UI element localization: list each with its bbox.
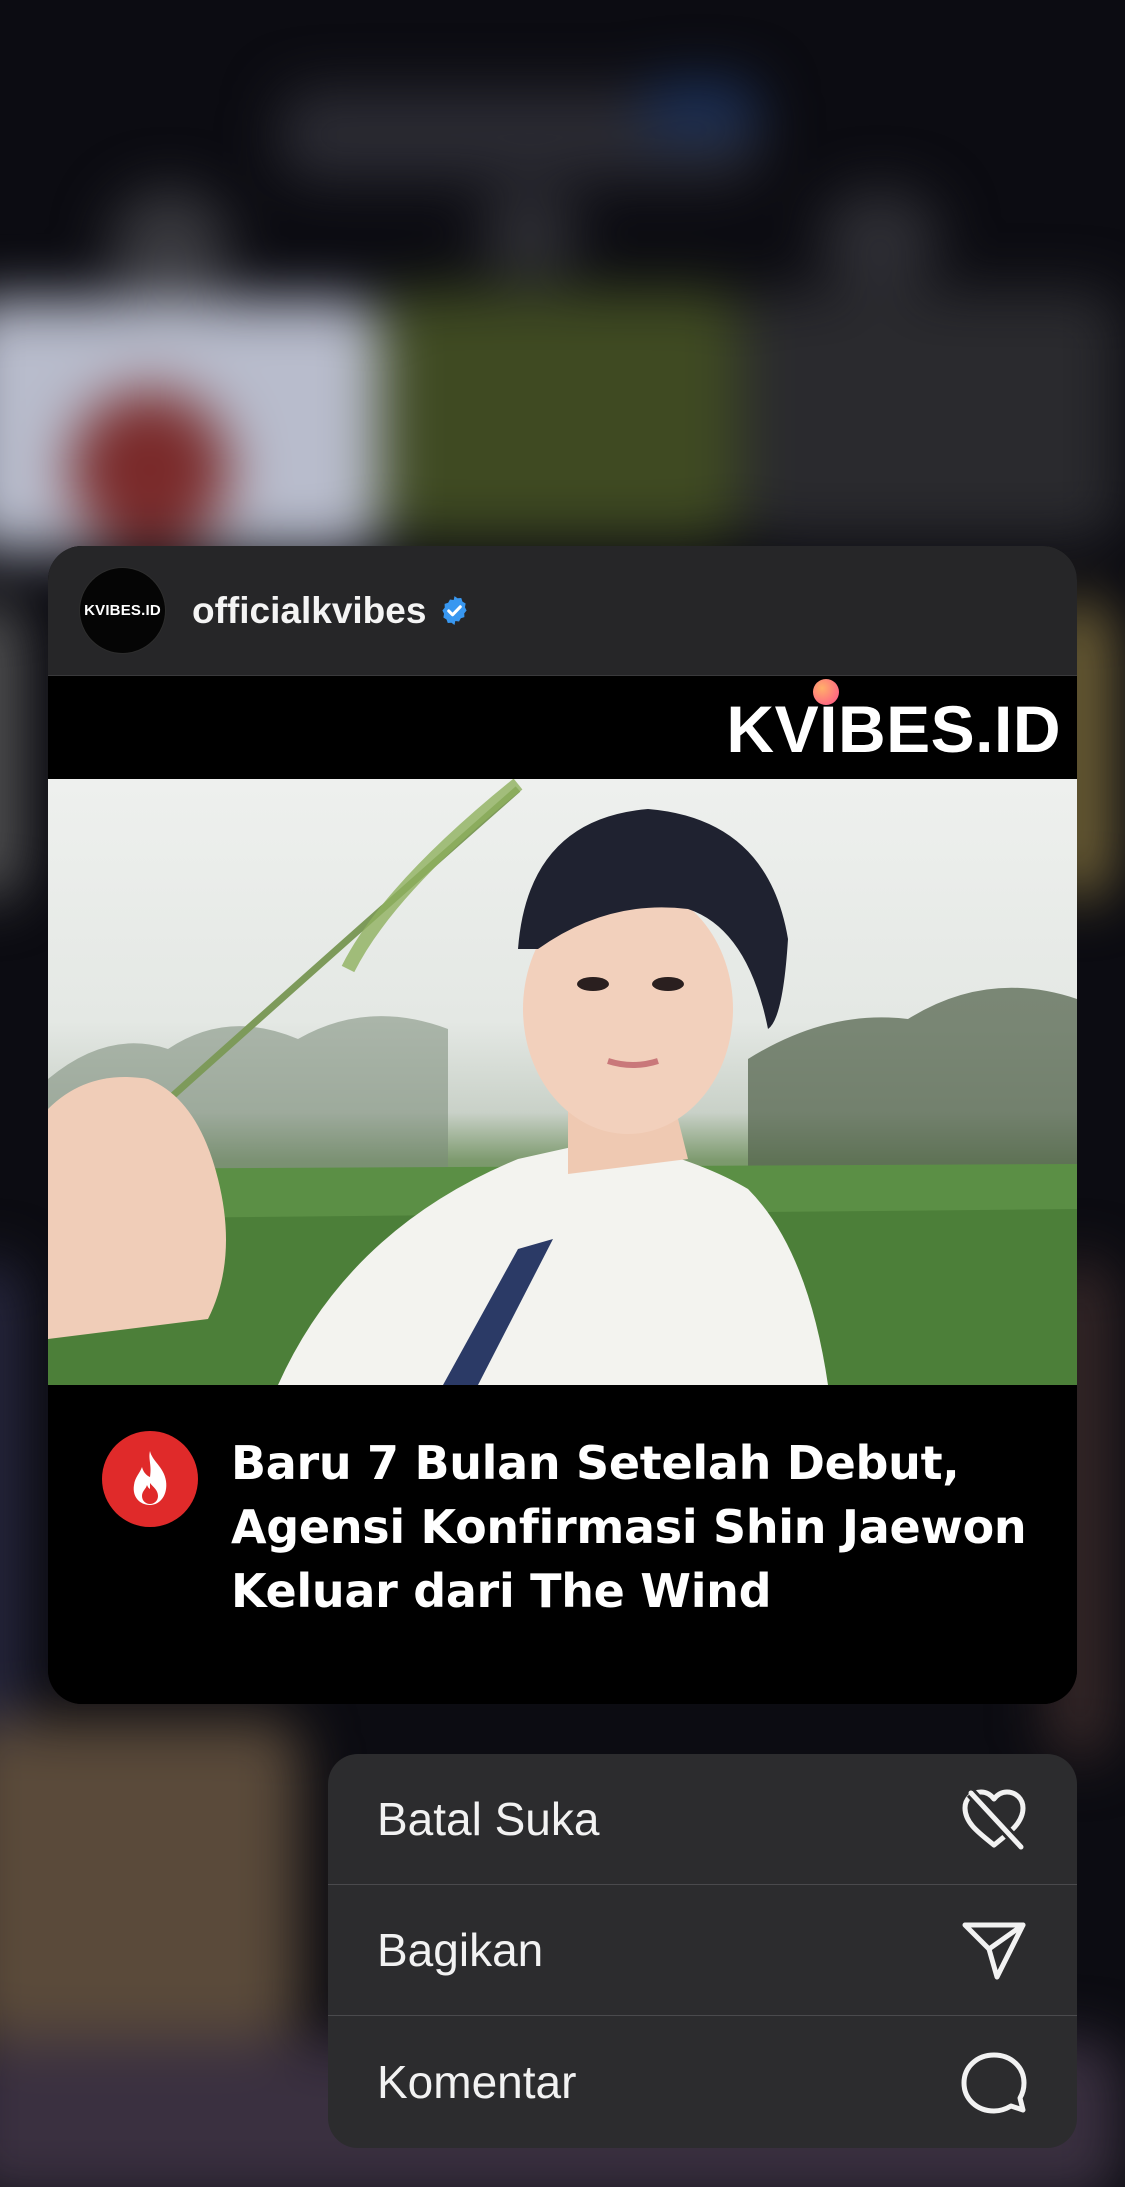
photo-illustration bbox=[48, 779, 1077, 1385]
context-menu: Batal Suka Bagikan Komentar bbox=[328, 1754, 1077, 2148]
post-headline: Baru 7 Bulan Setelah Debut, Agensi Konfi… bbox=[231, 1436, 1027, 1618]
headline-section: Baru 7 Bulan Setelah Debut, Agensi Konfi… bbox=[48, 1385, 1077, 1704]
post-preview-card[interactable]: KVIBES.ID officialkvibes KVIBES.ID Baru … bbox=[48, 546, 1077, 1704]
menu-item-label: Bagikan bbox=[377, 1924, 544, 1976]
menu-item-unlike[interactable]: Batal Suka bbox=[328, 1754, 1077, 1885]
avatar-logo-text: KVIBES.ID bbox=[84, 602, 161, 619]
brand-logo-text: KVIBES.ID bbox=[726, 692, 1061, 766]
post-photo bbox=[48, 779, 1077, 1385]
verified-badge-icon bbox=[442, 596, 468, 625]
menu-item-comment[interactable]: Komentar bbox=[328, 2016, 1077, 2147]
heart-slash-icon bbox=[959, 1784, 1029, 1854]
menu-item-label: Batal Suka bbox=[377, 1793, 600, 1845]
username[interactable]: officialkvibes bbox=[192, 590, 426, 632]
send-icon bbox=[959, 1915, 1029, 1985]
avatar[interactable]: KVIBES.ID bbox=[79, 567, 166, 654]
menu-item-share[interactable]: Bagikan bbox=[328, 1885, 1077, 2016]
post-header: KVIBES.ID officialkvibes bbox=[48, 546, 1077, 676]
fire-icon bbox=[102, 1431, 198, 1527]
menu-item-label: Komentar bbox=[377, 2055, 577, 2108]
comment-icon bbox=[959, 2047, 1029, 2117]
brand-bar: KVIBES.ID bbox=[48, 676, 1077, 779]
